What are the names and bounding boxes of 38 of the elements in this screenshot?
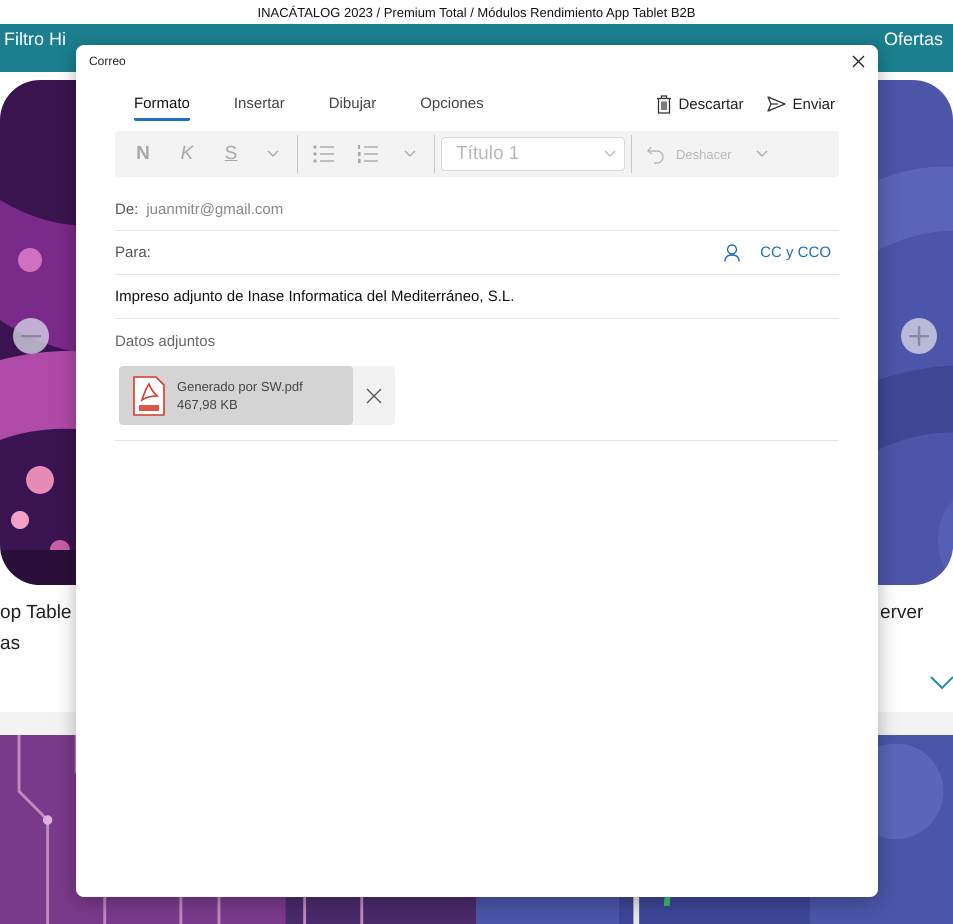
send-icon	[767, 96, 786, 112]
attachment-size: 467,98 KB	[177, 397, 239, 412]
field-label: De:	[115, 201, 138, 218]
ribbon-tab[interactable]: Insertar	[234, 87, 285, 121]
card-title: as	[0, 632, 22, 656]
bullet-list-icon	[313, 144, 335, 164]
person-icon[interactable]	[724, 244, 740, 262]
attachments-label: Datos adjuntos	[115, 333, 216, 350]
plus-icon[interactable]	[900, 317, 938, 355]
filter-tab[interactable]: Filtro Hi	[4, 29, 66, 50]
close-icon	[852, 54, 865, 68]
trash-icon	[656, 94, 672, 114]
sender-address: juanmitr@gmail.com	[146, 201, 284, 218]
chevron-down-icon[interactable]	[930, 676, 953, 690]
card-title: op Table	[0, 601, 72, 625]
minus-icon[interactable]	[12, 317, 50, 355]
cc-bcc-link[interactable]: CC y CCO	[760, 244, 839, 261]
ribbon-tab[interactable]: Dibujar	[328, 87, 376, 121]
pdf-file-icon	[133, 376, 165, 416]
ribbon-tab[interactable]: Opciones	[420, 87, 484, 121]
dialog-title: Correo	[89, 54, 126, 68]
filter-tab[interactable]: Ofertas	[884, 29, 943, 50]
undo-icon	[646, 144, 666, 164]
send-button[interactable]: Enviar	[763, 92, 839, 116]
field-label: Para:	[115, 244, 151, 261]
chevron-down-icon	[404, 150, 416, 158]
ribbon-tab[interactable]: Formato	[134, 87, 190, 121]
attachment-name: Generado por SW.pdf	[177, 379, 303, 394]
chevron-down-icon	[267, 150, 279, 158]
attachment-item[interactable]: Generado por SW.pdf 467,98 KB	[119, 366, 353, 425]
window-title: INACÁTALOG 2023 / Premium Total / Módulos Rendimiento App Tablet B2B	[258, 4, 696, 20]
close-icon	[366, 388, 382, 404]
discard-button[interactable]: Descartar	[652, 90, 748, 118]
card-title: erver	[880, 601, 924, 625]
chevron-down-icon	[604, 150, 616, 158]
chevron-down-icon	[756, 150, 768, 158]
numbered-list-icon	[357, 144, 379, 164]
subject-field[interactable]: Impreso adjunto de Inase Informatica del Mediterráneo, S.L.	[115, 288, 514, 305]
